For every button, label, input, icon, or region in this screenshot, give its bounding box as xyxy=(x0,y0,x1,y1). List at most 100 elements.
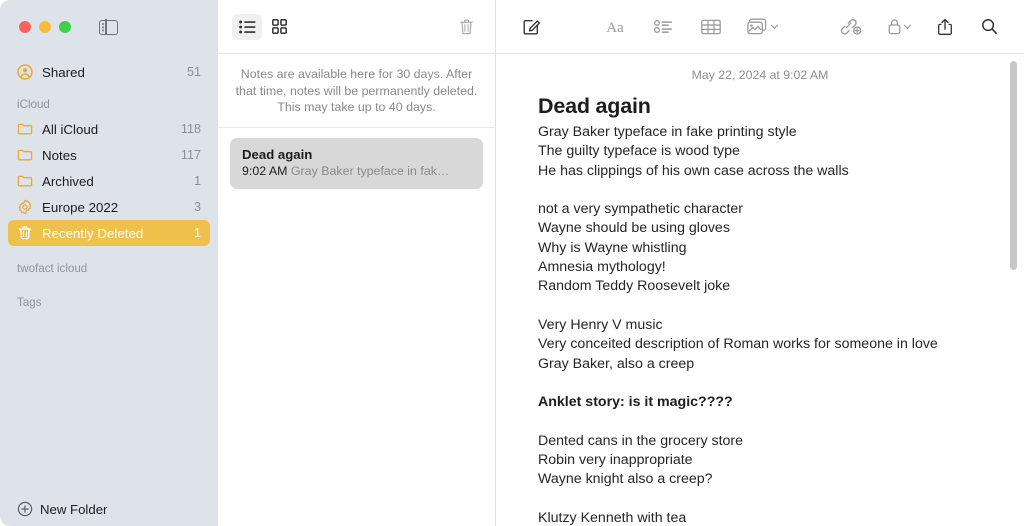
sidebar-section-header-tags[interactable]: Tags xyxy=(0,290,218,314)
gallery-view-button[interactable] xyxy=(264,14,294,40)
list-view-icon xyxy=(238,20,255,33)
search-icon xyxy=(981,19,997,34)
chevron-down-icon xyxy=(903,24,911,30)
note-line: Dented cans in the grocery store xyxy=(538,432,744,449)
note-line: Robin very inappropriate xyxy=(538,452,693,469)
folder-icon xyxy=(17,175,33,187)
search-button[interactable] xyxy=(972,13,1006,41)
trash-icon xyxy=(18,226,32,240)
minimize-window-button[interactable] xyxy=(39,21,51,33)
format-aa-icon: Aa xyxy=(606,20,624,35)
new-folder-button[interactable]: New Folder xyxy=(0,492,218,526)
sidebar-item-count: 118 xyxy=(180,122,201,136)
note-line: not a very sympathetic character xyxy=(538,201,744,218)
sidebar-item-all-icloud[interactable]: All iCloud 118 xyxy=(8,116,210,142)
lock-icon xyxy=(888,19,900,35)
sidebar-item-label: Archived xyxy=(42,173,94,189)
notes-list-toolbar xyxy=(218,0,495,54)
notes-list-panel: Notes are available here for 30 days. Af… xyxy=(218,0,496,526)
media-icon xyxy=(747,18,767,35)
note-line: Random Teddy Roosevelt joke xyxy=(538,278,731,295)
sidebar-item-europe-2022[interactable]: Europe 2022 3 xyxy=(8,194,210,220)
sidebar-item-label: Notes xyxy=(42,147,77,163)
sidebar-item-count: 1 xyxy=(193,174,201,188)
sidebar: Shared 51 iCloud All iCloud 118 Notes 11… xyxy=(0,0,218,526)
sidebar-list: Shared 51 iCloud All iCloud 118 Notes 11… xyxy=(0,54,218,492)
share-icon xyxy=(938,18,952,35)
checklist-button[interactable] xyxy=(646,13,680,41)
sidebar-item-label: Recently Deleted xyxy=(42,225,144,241)
note-snippet: Gray Baker typeface in fak… xyxy=(290,163,450,178)
sidebar-toggle-icon[interactable] xyxy=(99,19,118,35)
maximize-window-button[interactable] xyxy=(59,21,71,33)
note-meta: 9:02 AM Gray Baker typeface in fak… xyxy=(242,164,471,178)
folder-icon xyxy=(17,123,33,135)
note-timestamp: May 22, 2024 at 9:02 AM xyxy=(691,68,829,82)
note-line: The guilty typeface is wood type xyxy=(538,143,740,160)
svg-text:Aa: Aa xyxy=(606,20,624,35)
sidebar-item-count: 3 xyxy=(193,200,201,214)
table-button[interactable] xyxy=(694,13,728,41)
sidebar-section-header-twofact-icloud[interactable]: twofact icloud xyxy=(0,256,218,280)
note-line-blank xyxy=(538,297,998,316)
new-folder-label: New Folder xyxy=(40,501,108,517)
lock-note-button[interactable] xyxy=(880,13,918,41)
note-scrollbar-thumb[interactable] xyxy=(1010,61,1017,270)
sidebar-item-count: 51 xyxy=(186,65,201,79)
note-line: Wayne should be using gloves xyxy=(538,220,730,237)
add-people-icon xyxy=(840,18,862,35)
sidebar-section-header-icloud: iCloud xyxy=(17,97,50,111)
trash-icon xyxy=(459,18,473,34)
close-window-button[interactable] xyxy=(19,21,31,33)
folder-icon xyxy=(17,149,33,161)
note-line: Amnesia mythology! xyxy=(538,259,666,276)
note-line: Wayne knight also a creep? xyxy=(538,471,713,488)
sidebar-item-shared[interactable]: Shared 51 xyxy=(8,59,210,85)
list-view-button[interactable] xyxy=(232,13,262,40)
note-line-blank xyxy=(538,490,998,509)
sidebar-item-notes[interactable]: Notes 117 xyxy=(8,142,210,168)
note-scrollbar-track[interactable] xyxy=(1009,54,1024,526)
note-line-blank xyxy=(538,412,998,431)
gallery-view-icon xyxy=(271,19,287,34)
note-line: Very conceited description of Roman work… xyxy=(538,336,938,353)
note-detail-panel: Aa May 22, 2024 at 9:02 AM Dead again Gr… xyxy=(496,0,1024,526)
retention-notice: Notes are available here for 30 days. Af… xyxy=(218,54,495,128)
sidebar-item-count: 1 xyxy=(193,226,201,240)
collaborate-button[interactable] xyxy=(834,13,868,41)
note-line-blank xyxy=(538,374,998,393)
sidebar-item-archived[interactable]: Archived 1 xyxy=(8,168,210,194)
note-body: Gray Baker typeface in fake printing sty… xyxy=(538,123,998,526)
note-line: Klutzy Kenneth with tea xyxy=(538,509,687,526)
checklist-icon xyxy=(653,20,672,33)
note-line: Anklet story: is it magic???? xyxy=(538,394,733,411)
sidebar-item-recently-deleted[interactable]: Recently Deleted 1 xyxy=(8,220,210,246)
compose-note-icon xyxy=(523,20,540,35)
delete-note-button[interactable] xyxy=(451,14,481,40)
note-line: Very Henry V music xyxy=(538,316,663,333)
sidebar-item-label: All iCloud xyxy=(42,121,99,137)
note-title: Dead again xyxy=(242,146,313,162)
note-heading: Dead again xyxy=(538,94,651,118)
note-content-area[interactable]: May 22, 2024 at 9:02 AM Dead again Gray … xyxy=(496,54,1024,526)
note-line-blank xyxy=(538,181,998,200)
gear-icon xyxy=(18,199,32,215)
list-item[interactable]: Dead again 9:02 AM Gray Baker typeface i… xyxy=(230,137,483,189)
format-text-button[interactable]: Aa xyxy=(598,13,632,41)
notes-app-window: Shared 51 iCloud All iCloud 118 Notes 11… xyxy=(0,0,1024,526)
shared-person-icon xyxy=(17,64,33,80)
share-button[interactable] xyxy=(928,13,962,41)
note-document: May 22, 2024 at 9:02 AM Dead again Gray … xyxy=(496,68,1024,526)
notes-list: Dead again 9:02 AM Gray Baker typeface i… xyxy=(218,128,495,189)
compose-note-button[interactable] xyxy=(514,13,548,41)
window-controls xyxy=(0,0,218,54)
sidebar-item-label: Shared xyxy=(42,64,85,80)
plus-circle-icon xyxy=(17,501,33,517)
note-line: He has clippings of his own case across … xyxy=(538,162,849,179)
note-detail-toolbar: Aa xyxy=(496,0,1024,54)
media-button[interactable] xyxy=(742,13,784,41)
note-line: Why is Wayne whistling xyxy=(538,239,687,256)
sidebar-item-label: Europe 2022 xyxy=(42,199,119,215)
note-line: Gray Baker typeface in fake printing sty… xyxy=(538,124,797,140)
chevron-down-icon xyxy=(770,24,779,30)
